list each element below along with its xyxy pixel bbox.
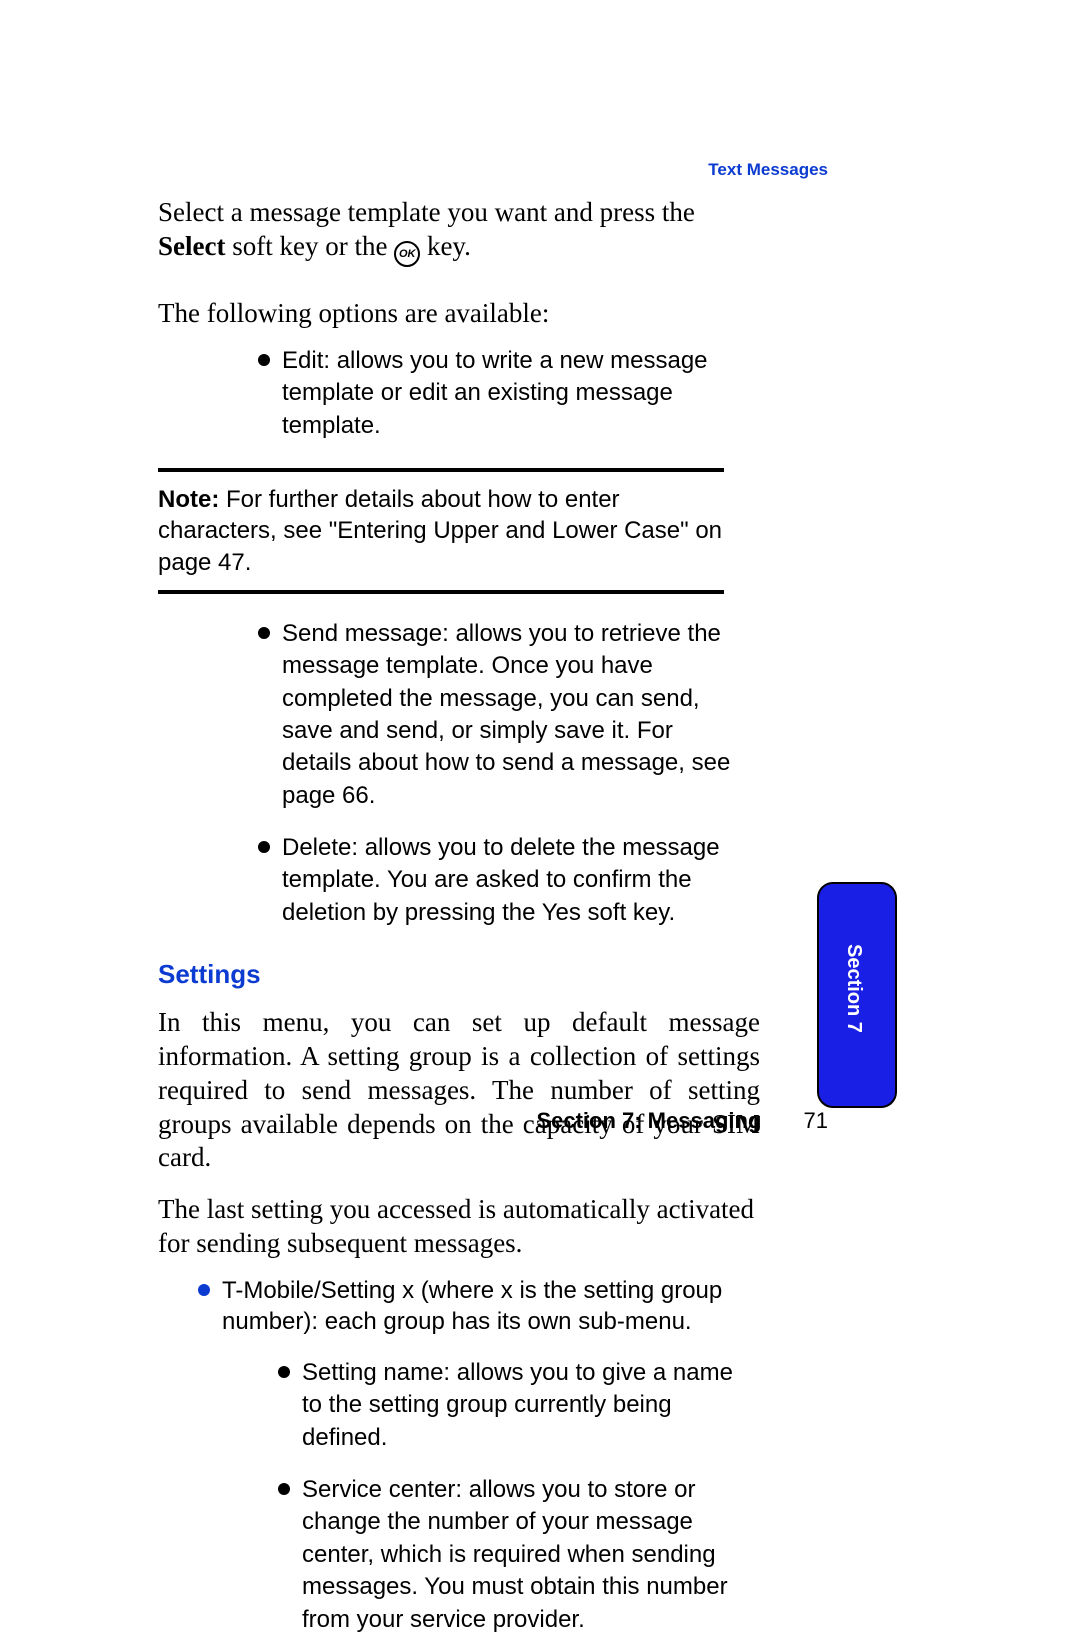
text: T-Mobile/Setting x (where x is the setti… <box>222 1277 722 1335</box>
list-item: T-Mobile/Setting x (where x is the setti… <box>198 1275 728 1636</box>
settings-heading: Settings <box>158 959 760 990</box>
settings-paragraph-1: In this menu, you can set up default mes… <box>158 1006 760 1175</box>
note-label: Note: <box>158 486 219 513</box>
list-item: Delete: allows you to delete the message… <box>258 832 738 929</box>
section-tab: Section 7 <box>817 882 897 1108</box>
section-tab-label: Section 7 <box>842 944 865 1033</box>
settings-group-list: T-Mobile/Setting x (where x is the setti… <box>198 1275 728 1636</box>
text: For further details about how to enter c… <box>158 486 722 575</box>
select-label: Select <box>158 231 225 261</box>
list-item: Send message: allows you to retrieve the… <box>258 618 738 812</box>
text: key. <box>420 231 471 261</box>
content-column: Select a message template you want and p… <box>158 196 760 1636</box>
list-item: Setting name: allows you to give a name … <box>278 1357 748 1454</box>
page: Text Messages Select a message template … <box>0 0 1080 1492</box>
text: soft key or the <box>225 231 394 261</box>
page-number: 71 <box>804 1108 828 1133</box>
ok-key-icon: OK <box>394 241 420 267</box>
page-footer: Section 7: Messaging 71 <box>536 1108 828 1134</box>
list-item: Edit: allows you to write a new message … <box>258 345 738 442</box>
note-text: Note: For further details about how to e… <box>158 484 724 578</box>
settings-paragraph-2: The last setting you accessed is automat… <box>158 1193 760 1261</box>
options-list-top: Edit: allows you to write a new message … <box>258 345 738 442</box>
settings-sub-list: Setting name: allows you to give a name … <box>278 1357 748 1636</box>
list-item: Service center: allows you to store or c… <box>278 1474 748 1636</box>
footer-section: Section 7: Messaging <box>536 1108 761 1133</box>
text: Select a message template you want and p… <box>158 197 695 227</box>
intro-paragraph-2: The following options are available: <box>158 297 760 331</box>
note-block: Note: For further details about how to e… <box>158 468 724 594</box>
intro-paragraph-1: Select a message template you want and p… <box>158 196 760 267</box>
options-list-mid: Send message: allows you to retrieve the… <box>258 618 738 930</box>
header-section-tag: Text Messages <box>708 160 828 180</box>
